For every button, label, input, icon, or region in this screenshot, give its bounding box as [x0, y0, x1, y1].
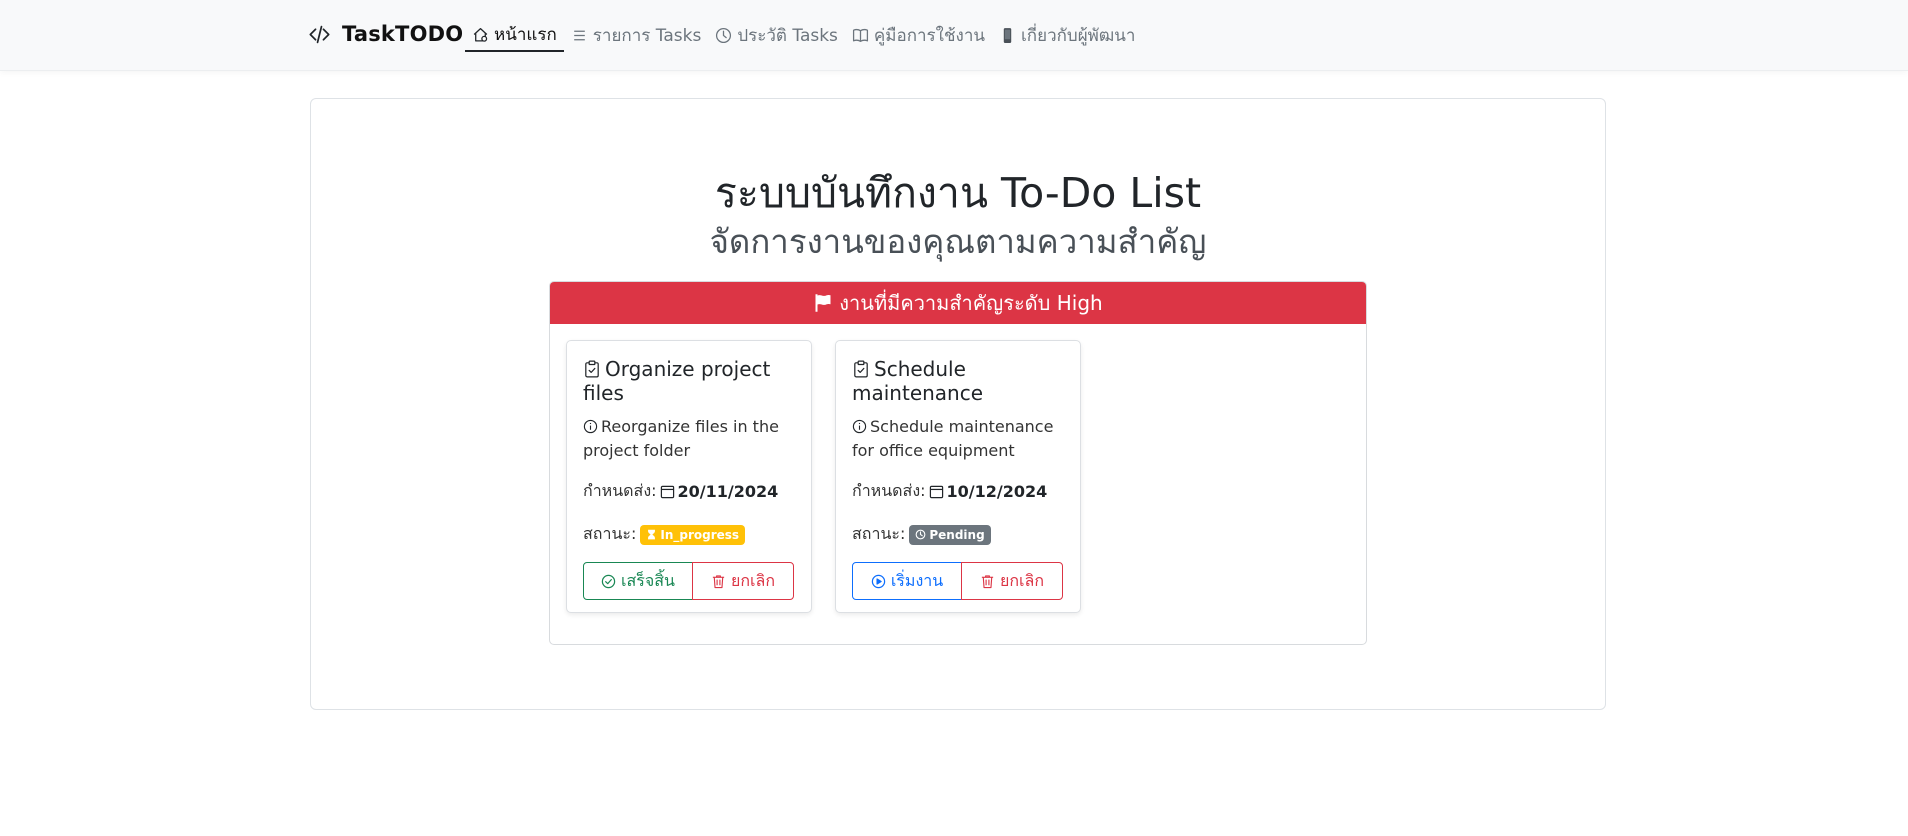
nav-link-history[interactable]: ประวัติ Tasks: [708, 18, 845, 52]
calendar-icon: [660, 485, 674, 499]
task-actions: เสร็จสิ้น ยกเลิก: [583, 562, 795, 600]
due-date: 10/12/2024: [946, 482, 1048, 501]
due-label: กำหนดส่ง:: [852, 481, 926, 500]
trash-icon: [981, 574, 994, 588]
code-icon: [309, 25, 330, 43]
play-circle-icon: [871, 574, 886, 588]
nav-link-about[interactable]: เกี่ยวกับผู้พัฒนา: [992, 18, 1142, 52]
flag-icon: [815, 294, 831, 312]
task-card: Organize project files Reorganize files …: [566, 340, 812, 613]
trash-icon: [712, 574, 725, 588]
status-label: สถานะ:: [852, 524, 906, 543]
priority-panel-header: งานที่มีความสำคัญระดับ High: [550, 282, 1366, 324]
calendar-icon: [929, 485, 943, 499]
book-icon: [852, 28, 868, 42]
task-actions: เริ่มงาน ยกเลิก: [852, 562, 1064, 600]
nav-link-label: รายการ Tasks: [592, 25, 702, 46]
hourglass-icon: [648, 529, 656, 540]
nav-link-label: เกี่ยวกับผู้พัฒนา: [1021, 25, 1136, 46]
task-card: Schedule maintenance Schedule maintenanc…: [835, 340, 1081, 613]
priority-panel: งานที่มีความสำคัญระดับ High Organize pro…: [549, 281, 1367, 645]
navbar: TaskTODO หน้าแรก รายการ Tasks ประวัติ Ta…: [0, 0, 1908, 71]
nav-link-manual[interactable]: คู่มือการใช้งาน: [845, 18, 992, 52]
cancel-button[interactable]: ยกเลิก: [692, 562, 794, 600]
start-button[interactable]: เริ่มงาน: [852, 562, 962, 600]
status-row: สถานะ: In_progress: [583, 522, 795, 547]
page-subtitle: จัดการงานของคุณตามความสำคัญ: [709, 222, 1207, 261]
list-icon: [573, 30, 585, 40]
complete-button[interactable]: เสร็จสิ้น: [583, 562, 693, 600]
status-label: สถานะ:: [583, 524, 637, 543]
nav-link-tasks[interactable]: รายการ Tasks: [564, 18, 709, 52]
clock-icon: [716, 27, 732, 43]
task-title: Organize project files: [583, 357, 771, 405]
task-description: Schedule maintenance for office equipmen…: [852, 417, 1054, 460]
brand[interactable]: TaskTODO: [309, 20, 463, 48]
due-date-row: กำหนดส่ง: 10/12/2024: [852, 479, 1064, 504]
nav-link-label: ประวัติ Tasks: [737, 25, 838, 46]
task-description: Reorganize files in the project folder: [583, 417, 779, 460]
due-date-row: กำหนดส่ง: 20/11/2024: [583, 479, 795, 504]
brand-name: TaskTODO: [342, 22, 464, 46]
phone-icon: [1003, 27, 1012, 43]
clipboard-check-icon: [854, 360, 868, 378]
check-circle-icon: [601, 574, 616, 588]
info-icon: [852, 419, 867, 434]
nav-link-home[interactable]: หน้าแรก: [465, 18, 564, 52]
home-icon: [473, 27, 488, 42]
status-row: สถานะ: Pending: [852, 522, 1064, 547]
nav-link-label: หน้าแรก: [494, 24, 557, 45]
priority-panel-title: งานที่มีความสำคัญระดับ High: [839, 291, 1103, 315]
nav-links: หน้าแรก รายการ Tasks ประวัติ Tasks คู่มื…: [465, 18, 1142, 52]
cancel-button[interactable]: ยกเลิก: [961, 562, 1063, 600]
clipboard-check-icon: [585, 360, 599, 378]
status-badge: Pending: [909, 524, 991, 545]
clock-icon: [915, 529, 926, 540]
task-title: Schedule maintenance: [852, 357, 984, 405]
due-label: กำหนดส่ง:: [583, 481, 657, 500]
info-icon: [583, 419, 598, 434]
nav-link-label: คู่มือการใช้งาน: [873, 25, 985, 46]
due-date: 20/11/2024: [677, 482, 779, 501]
status-badge: In_progress: [640, 524, 746, 545]
